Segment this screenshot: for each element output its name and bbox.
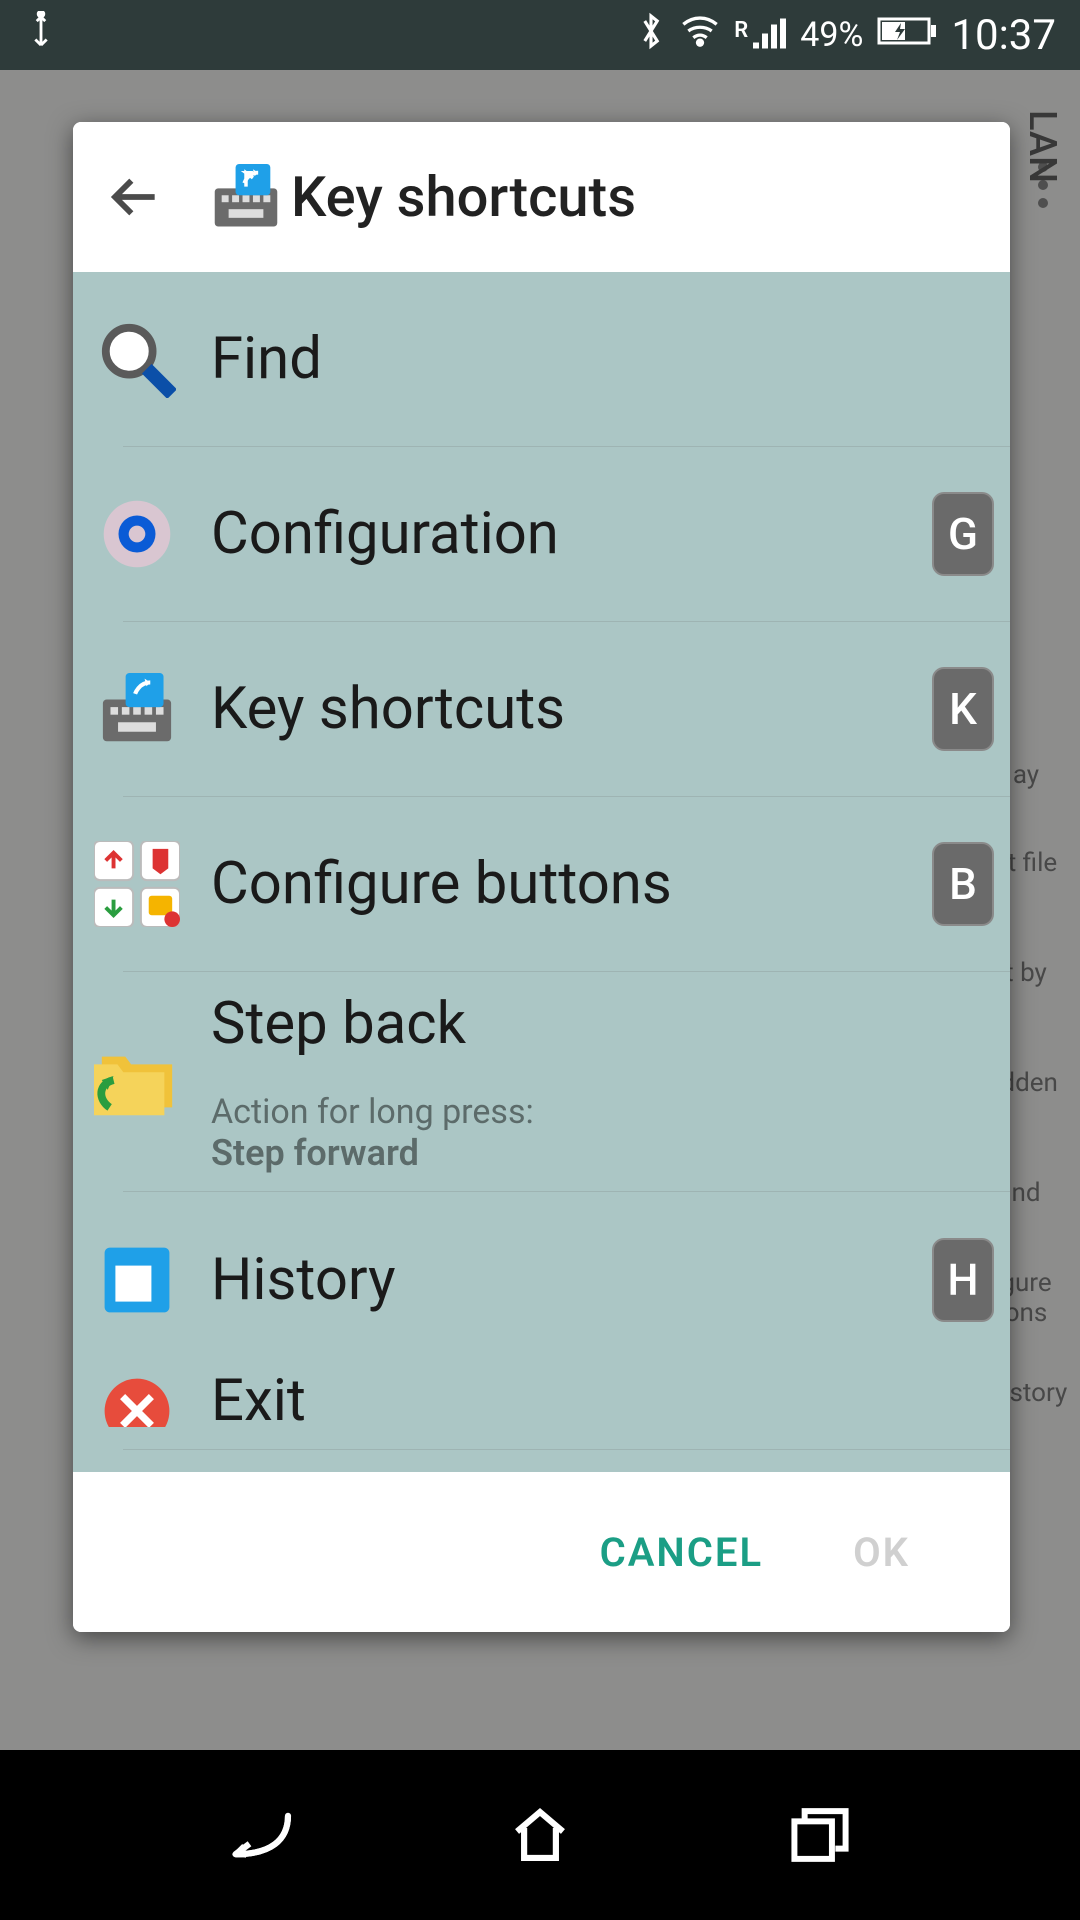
keyboard-shortcut-icon: [87, 659, 187, 759]
shortcut-row-key-shortcuts[interactable]: Key shortcuts K: [123, 622, 1010, 797]
search-icon: [87, 309, 187, 409]
shortcut-row-find[interactable]: Find: [123, 272, 1010, 447]
long-press-caption: Action for long press:: [211, 1092, 994, 1132]
dialog-header: Key shortcuts: [73, 122, 1010, 272]
clock: 10:37: [951, 11, 1056, 60]
long-press-action: Step forward: [211, 1132, 994, 1174]
key-badge-g: G: [932, 492, 994, 576]
keyboard-shortcut-icon: [211, 162, 281, 232]
key-badge-b: B: [932, 842, 994, 926]
history-icon: [87, 1230, 187, 1330]
usb-icon: [24, 11, 58, 60]
shortcut-row-configure-buttons[interactable]: Configure buttons B: [123, 797, 1010, 972]
system-nav-bar: [0, 1750, 1080, 1920]
nav-back-button[interactable]: [220, 1795, 300, 1875]
key-badge-k: K: [932, 667, 994, 751]
shortcut-label: Step back: [211, 990, 994, 1058]
network-icon: R: [734, 18, 786, 52]
shortcut-label: Configure buttons: [211, 850, 932, 918]
gear-icon: [87, 484, 187, 584]
shortcut-label: Key shortcuts: [211, 675, 932, 743]
nav-recent-button[interactable]: [780, 1795, 860, 1875]
battery-percent: 49%: [800, 15, 863, 55]
shortcut-label: Configuration: [211, 500, 932, 568]
key-badge-h: H: [932, 1238, 994, 1322]
key-shortcuts-dialog: Key shortcuts Find Configuration G: [73, 122, 1010, 1632]
dialog-title: Key shortcuts: [291, 164, 636, 230]
battery-icon: [877, 15, 937, 56]
shortcut-row-step-back[interactable]: Step back Action for long press: Step fo…: [123, 972, 1010, 1192]
shortcut-row-configuration[interactable]: Configuration G: [123, 447, 1010, 622]
shortcut-list[interactable]: Find Configuration G Key shortcuts K: [73, 272, 1010, 1472]
cancel-button[interactable]: CANCEL: [600, 1529, 763, 1576]
exit-icon: [87, 1375, 187, 1427]
wifi-icon: [680, 14, 720, 57]
shortcut-label: History: [211, 1246, 932, 1314]
nav-home-button[interactable]: [500, 1795, 580, 1875]
status-bar: R 49% 10:37: [0, 0, 1080, 70]
folder-back-icon: [87, 1032, 187, 1132]
bluetooth-icon: [636, 11, 666, 60]
shortcut-label: Find: [211, 325, 994, 393]
buttons-grid-icon: [87, 834, 187, 934]
ok-button[interactable]: OK: [853, 1529, 910, 1576]
dialog-footer: CANCEL OK: [73, 1472, 1010, 1632]
shortcut-row-exit[interactable]: Exit: [123, 1367, 1010, 1450]
shortcut-label: Exit: [211, 1367, 994, 1435]
back-button[interactable]: [91, 152, 181, 242]
shortcut-row-history[interactable]: History H: [123, 1192, 1010, 1367]
